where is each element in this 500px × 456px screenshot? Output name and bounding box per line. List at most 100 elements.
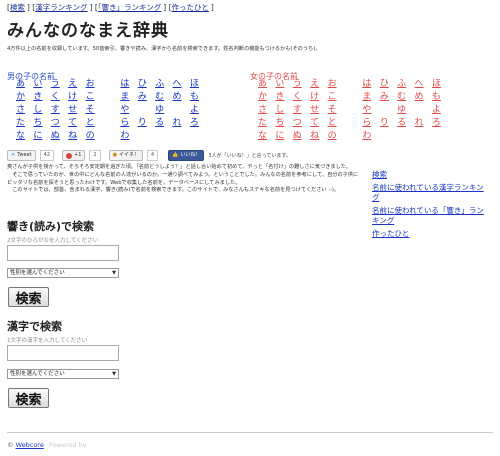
boys-kana-link[interactable]: な	[16, 130, 33, 143]
boys-kana-link[interactable]: そ	[86, 104, 103, 117]
sidebar-author-link[interactable]: 作ったひと	[372, 229, 409, 238]
reading-search-input[interactable]	[7, 245, 119, 261]
boys-kana-link[interactable]: せ	[68, 104, 85, 117]
girls-kana-link[interactable]: ろ	[432, 117, 449, 130]
boys-kana-link[interactable]: み	[138, 91, 155, 104]
girls-kana-link[interactable]: よ	[432, 104, 449, 117]
girls-kana-link[interactable]: ま	[362, 91, 379, 104]
girls-kana-link[interactable]: や	[362, 104, 379, 117]
boys-kana-link[interactable]: え	[68, 78, 85, 91]
girls-kana-link[interactable]: る	[397, 117, 414, 130]
girls-kana-link[interactable]: お	[328, 78, 345, 91]
girls-kana-link[interactable]: こ	[328, 91, 345, 104]
girls-kana-link[interactable]: は	[362, 78, 379, 91]
girls-kana-link[interactable]: ゆ	[397, 104, 414, 117]
boys-kana-link[interactable]: す	[51, 104, 68, 117]
girls-kana-link[interactable]: そ	[328, 104, 345, 117]
boys-kana-link[interactable]: う	[51, 78, 68, 91]
reading-gender-select[interactable]: 性別を選んでください ▼	[7, 268, 119, 278]
girls-kana-link[interactable]: さ	[258, 104, 275, 117]
boys-kana-link[interactable]: し	[33, 104, 50, 117]
boys-kana-link[interactable]: た	[16, 117, 33, 130]
girls-kana-link[interactable]: の	[328, 130, 345, 143]
boys-kana-link[interactable]: れ	[173, 117, 190, 130]
sidebar-search-link[interactable]: 検索	[372, 170, 387, 179]
girls-kana-link[interactable]: ほ	[432, 78, 449, 91]
sidebar-kanji-ranking-link[interactable]: 名前に使われている漢字ランキング	[372, 183, 484, 202]
boys-kana-link[interactable]: よ	[190, 104, 207, 117]
boys-kana-link[interactable]: も	[190, 91, 207, 104]
boys-kana-link[interactable]: わ	[120, 130, 137, 143]
girls-kana-link[interactable]: か	[258, 91, 275, 104]
nav-hibiki-ranking-link[interactable]: 「響き」ランキング	[98, 3, 162, 12]
boys-kana-link[interactable]: む	[155, 91, 172, 104]
girls-kana-link[interactable]: み	[380, 91, 397, 104]
girls-kana-link[interactable]: す	[293, 104, 310, 117]
girls-kana-link[interactable]: ぬ	[293, 130, 310, 143]
boys-kana-link[interactable]: き	[33, 91, 50, 104]
girls-kana-link[interactable]: へ	[415, 78, 432, 91]
sidebar-hibiki-ranking-link[interactable]: 名前に使われている「響き」ランキング	[372, 206, 484, 225]
kanji-search-button[interactable]: 検索	[8, 388, 49, 408]
boys-kana-link[interactable]: く	[51, 91, 68, 104]
facebook-like-button[interactable]: 👍 いいね！	[168, 150, 205, 161]
boys-kana-link[interactable]: ゆ	[155, 104, 172, 117]
nav-author-link[interactable]: 作ったひと	[172, 3, 209, 12]
girls-kana-link[interactable]: き	[275, 91, 292, 104]
boys-kana-link[interactable]: り	[138, 117, 155, 130]
boys-kana-link[interactable]: あ	[16, 78, 33, 91]
boys-kana-link[interactable]: け	[68, 91, 85, 104]
boys-kana-link[interactable]: か	[16, 91, 33, 104]
boys-kana-link[interactable]: お	[86, 78, 103, 91]
girls-kana-link[interactable]: な	[258, 130, 275, 143]
girls-kana-link[interactable]: に	[275, 130, 292, 143]
boys-kana-link[interactable]: や	[120, 104, 137, 117]
girls-kana-link[interactable]: む	[397, 91, 414, 104]
girls-kana-link[interactable]: り	[380, 117, 397, 130]
girls-kana-link[interactable]: け	[310, 91, 327, 104]
footer-webcore-link[interactable]: Webcore	[16, 441, 44, 449]
girls-kana-link[interactable]: ひ	[380, 78, 397, 91]
boys-kana-link[interactable]: ま	[120, 91, 137, 104]
girls-kana-link[interactable]: く	[293, 91, 310, 104]
boys-kana-link[interactable]: い	[33, 78, 50, 91]
girls-kana-link[interactable]: ら	[362, 117, 379, 130]
girls-kana-link[interactable]: あ	[258, 78, 275, 91]
girls-kana-link[interactable]: え	[310, 78, 327, 91]
girls-kana-link[interactable]: ね	[310, 130, 327, 143]
boys-kana-link[interactable]: さ	[16, 104, 33, 117]
plusone-button[interactable]: +1	[62, 150, 86, 161]
girls-kana-link[interactable]: わ	[362, 130, 379, 143]
girls-kana-link[interactable]: つ	[293, 117, 310, 130]
kanji-gender-select[interactable]: 性別を選んでください ▼	[7, 369, 119, 379]
boys-kana-link[interactable]: ね	[68, 130, 85, 143]
boys-kana-link[interactable]: と	[86, 117, 103, 130]
girls-kana-link[interactable]: れ	[415, 117, 432, 130]
girls-kana-link[interactable]: ち	[275, 117, 292, 130]
boys-kana-link[interactable]: に	[33, 130, 50, 143]
boys-kana-link[interactable]: ら	[120, 117, 137, 130]
girls-kana-link[interactable]: う	[293, 78, 310, 91]
boys-kana-link[interactable]: は	[120, 78, 137, 91]
girls-kana-link[interactable]: せ	[310, 104, 327, 117]
girls-kana-link[interactable]: い	[275, 78, 292, 91]
girls-kana-link[interactable]: も	[432, 91, 449, 104]
nav-kanji-ranking-link[interactable]: 漢字ランキング	[35, 3, 87, 12]
boys-kana-link[interactable]: て	[68, 117, 85, 130]
boys-kana-link[interactable]: こ	[86, 91, 103, 104]
girls-kana-link[interactable]: て	[310, 117, 327, 130]
boys-kana-link[interactable]: め	[173, 91, 190, 104]
girls-kana-link[interactable]: た	[258, 117, 275, 130]
girls-kana-link[interactable]: め	[415, 91, 432, 104]
boys-kana-link[interactable]: ぬ	[51, 130, 68, 143]
girls-kana-link[interactable]: と	[328, 117, 345, 130]
girls-kana-link[interactable]: し	[275, 104, 292, 117]
reading-search-button[interactable]: 検索	[8, 287, 49, 307]
boys-kana-link[interactable]: ふ	[155, 78, 172, 91]
tweet-button[interactable]: ✦ Tweet	[7, 150, 36, 161]
boys-kana-link[interactable]: ほ	[190, 78, 207, 91]
boys-kana-link[interactable]: ひ	[138, 78, 155, 91]
nav-search-link[interactable]: 検索	[10, 3, 25, 12]
boys-kana-link[interactable]: ち	[33, 117, 50, 130]
boys-kana-link[interactable]: へ	[173, 78, 190, 91]
